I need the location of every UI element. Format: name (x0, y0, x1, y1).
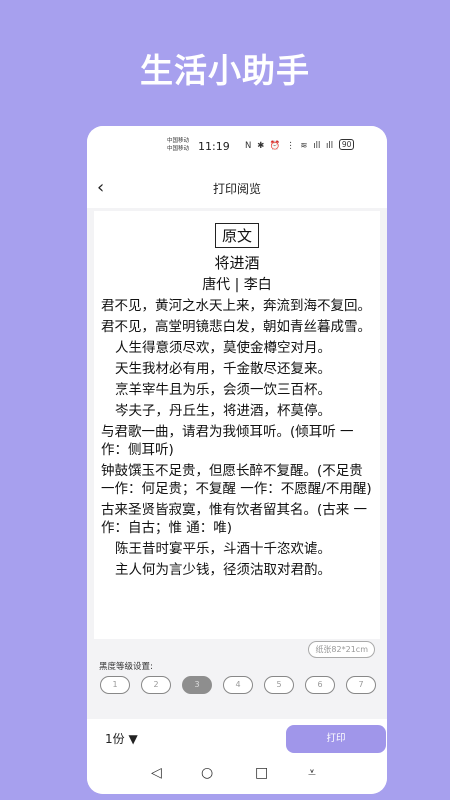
darkness-level-3[interactable]: 3 (182, 676, 212, 694)
poem-line: 古来圣贤皆寂寞，惟有饮者留其名。(古来 一作：自古；惟 通：唯) (101, 502, 368, 536)
system-back-icon[interactable]: ◁ (151, 765, 162, 781)
poem-line: 烹羊宰牛且为乐，会须一饮三百杯。 (115, 382, 331, 398)
poem-author: 唐代 | 李白 (202, 277, 272, 293)
poem-line: 君不见，黄河之水天上来，奔流到海不复回。 (101, 298, 371, 314)
bottom-action-bar: 1份 ▼ 打印 (87, 719, 387, 757)
signal-2-icon: ıll (326, 141, 334, 151)
system-menu-icon[interactable]: ⩡ (308, 765, 316, 781)
darkness-level-7[interactable]: 7 (346, 676, 376, 694)
battery-icon: 90 (338, 139, 355, 150)
poem-line: 主人何为言少钱，径须沽取对君酌。 (115, 562, 331, 578)
alarm-icon: ⏰ (269, 141, 281, 151)
carrier-info: 中国移动 中国移动 (167, 137, 189, 153)
app-banner-title: 生活小助手 (140, 51, 310, 90)
bluetooth-icon: ✱ (257, 141, 265, 151)
darkness-level-1[interactable]: 1 (100, 676, 130, 694)
status-bar: 中国移动 中国移动 11:19 N ✱ ⏰ ⋮ ≋ ıll ıll 90 (87, 126, 387, 168)
original-text-label: 原文 (214, 223, 259, 248)
system-nav-bar: ◁ ○ □ ⩡ (87, 757, 387, 794)
darkness-level-4[interactable]: 4 (223, 676, 253, 694)
phone-screen: 中国移动 中国移动 11:19 N ✱ ⏰ ⋮ ≋ ıll ıll 90 ‹ 打… (87, 126, 387, 794)
carrier-2: 中国移动 (167, 146, 190, 152)
page-title: 打印阅览 (212, 182, 261, 196)
print-settings: 纸张82*21cm 黑度等级设置: 1234567 (87, 639, 387, 719)
poem-line: 陈王昔时宴平乐，斗酒十千恣欢谑。 (115, 541, 331, 557)
status-icons: N ✱ ⏰ ⋮ ≋ ıll ıll 90 (245, 139, 357, 151)
system-home-icon[interactable]: ○ (201, 765, 213, 781)
poem-line: 人生得意须尽欢，莫使金樽空对月。 (115, 340, 331, 356)
copies-dropdown[interactable]: 1份 ▼ (105, 730, 138, 747)
print-preview[interactable]: 原文 将进酒 唐代 | 李白 君不见，黄河之水天上来，奔流到海不复回。 君不见，高… (94, 211, 380, 639)
darkness-level-label: 黑度等级设置: (99, 662, 153, 672)
wifi-icon: ≋ (300, 141, 308, 151)
system-recent-icon[interactable]: □ (255, 765, 268, 781)
darkness-level-2[interactable]: 2 (141, 676, 171, 694)
nfc-icon: N (245, 141, 252, 151)
signal-1-icon: ıll (313, 141, 321, 151)
nav-bar: ‹ 打印阅览 (87, 168, 387, 208)
poem-line: 钟鼓馔玉不足贵，但愿长醉不复醒。(不足贵 一作：何足贵；不复醒 一作：不愿醒/不… (101, 463, 372, 497)
print-button[interactable]: 打印 (286, 725, 386, 753)
poem-body: 君不见，黄河之水天上来，奔流到海不复回。 君不见，高堂明镜悲白发，朝如青丝暮成雪。… (94, 294, 380, 579)
data-speed-icon: ⋮ (286, 141, 295, 151)
carrier-1: 中国移动 (167, 138, 190, 144)
poem-line: 与君歌一曲，请君为我倾耳听。(倾耳听 一作：侧耳听) (101, 424, 354, 458)
poem-title: 将进酒 (214, 254, 260, 272)
poem-line: 岑夫子，丹丘生，将进酒，杯莫停。 (115, 403, 331, 419)
darkness-level-6[interactable]: 6 (305, 676, 335, 694)
poem-line: 天生我材必有用，千金散尽还复来。 (115, 361, 331, 377)
darkness-level-5[interactable]: 5 (264, 676, 294, 694)
poem-line: 君不见，高堂明镜悲白发，朝如青丝暮成雪。 (101, 319, 371, 335)
status-time: 11:19 (198, 140, 230, 153)
paper-size-badge[interactable]: 纸张82*21cm (308, 641, 375, 658)
